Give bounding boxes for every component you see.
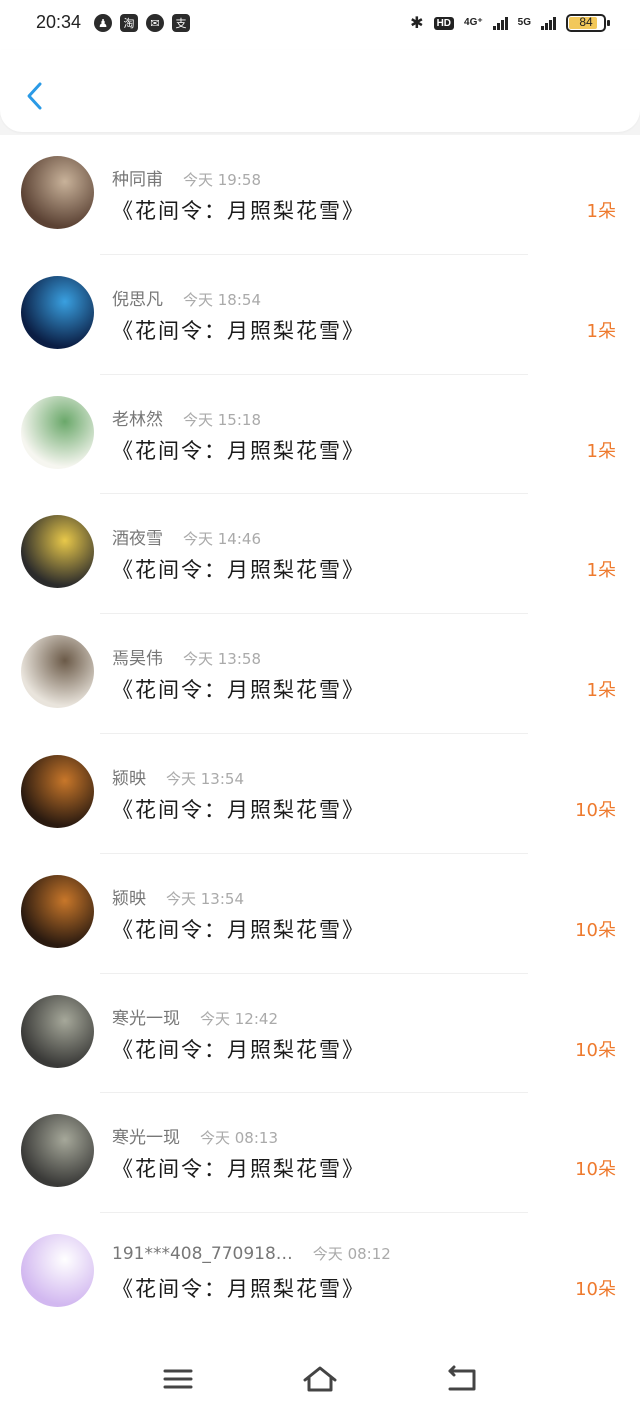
timestamp: 今天 19:58 <box>183 171 261 189</box>
gift-amount: 10朵 <box>575 1039 616 1061</box>
alipay-icon: 支 <box>172 14 190 32</box>
gift-amount: 10朵 <box>575 1279 616 1301</box>
book-title: 《花间令：月照梨花雪》 <box>112 1157 365 1182</box>
status-time: 20:34 <box>36 12 82 32</box>
avatar[interactable] <box>21 754 94 828</box>
book-title: 《花间令：月照梨花雪》 <box>112 1277 365 1302</box>
qq-icon: ♟ <box>94 14 112 32</box>
page-header <box>0 50 640 132</box>
user-name: 老林然 <box>112 409 163 430</box>
gift-amount: 1朵 <box>586 320 616 342</box>
wechat-icon: ✉ <box>146 14 164 32</box>
user-name: 颍映 <box>112 888 146 909</box>
timestamp: 今天 08:12 <box>312 1245 391 1264</box>
network-5g-label: 5G <box>517 17 531 28</box>
avatar[interactable] <box>21 994 94 1068</box>
list-item[interactable]: 寒光一现 今天 08:13 《花间令：月照梨花雪》 10朵 <box>0 1093 640 1214</box>
user-name: 寒光一现 <box>112 1008 180 1029</box>
bluetooth-icon: ✱ <box>410 15 424 32</box>
gift-amount: 10朵 <box>575 919 616 941</box>
avatar[interactable] <box>21 1234 94 1308</box>
list-item[interactable]: 老林然 今天 15:18 《花间令：月照梨花雪》 1朵 <box>0 374 640 495</box>
list-item[interactable]: 种同甫 今天 19:58 《花间令：月照梨花雪》 1朵 <box>0 135 640 255</box>
item-meta: 颍映 今天 13:54 <box>112 884 244 909</box>
user-name: 寒光一现 <box>112 1128 180 1149</box>
list-item[interactable]: 酒夜雪 今天 14:46 《花间令：月照梨花雪》 1朵 <box>0 494 640 615</box>
item-meta: 寒光一现 今天 12:42 <box>112 1004 278 1029</box>
book-title: 《花间令：月照梨花雪》 <box>112 678 365 703</box>
list-item[interactable]: 颍映 今天 13:54 《花间令：月照梨花雪》 10朵 <box>0 733 640 854</box>
status-bar: 20:34 ♟ 淘 ✉ 支 ✱ HD 4G⁺ 5G 84 <box>0 0 640 50</box>
book-title: 《花间令：月照梨花雪》 <box>112 917 365 942</box>
timestamp: 今天 13:58 <box>183 650 261 669</box>
user-name: 倪思凡 <box>112 289 163 310</box>
battery-level: 84 <box>579 15 593 29</box>
item-meta: 种同甫 今天 19:58 <box>112 165 261 190</box>
signal-4g-icon <box>492 16 508 30</box>
notification-icons: ♟ 淘 ✉ 支 <box>94 14 190 32</box>
gift-amount: 1朵 <box>586 560 616 582</box>
battery-tip <box>607 20 610 26</box>
list-item[interactable]: 191***408_770918… 今天 08:12 《花间令：月照梨花雪》 10朵 <box>0 1213 640 1333</box>
hd-voice-icon: HD <box>433 16 455 30</box>
list-item[interactable]: 倪思凡 今天 18:54 《花间令：月照梨花雪》 1朵 <box>0 254 640 375</box>
item-meta: 191***408_770918… 今天 08:12 <box>112 1243 391 1264</box>
item-meta: 颍映 今天 13:54 <box>112 764 244 789</box>
avatar[interactable] <box>21 156 94 229</box>
timestamp: 今天 13:54 <box>166 769 244 788</box>
list-item[interactable]: 焉昊伟 今天 13:58 《花间令：月照梨花雪》 1朵 <box>0 614 640 734</box>
gift-amount: 1朵 <box>586 201 616 222</box>
back-icon[interactable] <box>442 1363 482 1395</box>
avatar[interactable] <box>21 1114 94 1188</box>
menu-icon[interactable] <box>158 1363 198 1395</box>
user-name: 焉昊伟 <box>112 649 163 670</box>
user-name: 颍映 <box>112 768 146 789</box>
book-title: 《花间令：月照梨花雪》 <box>112 438 365 463</box>
avatar[interactable] <box>21 874 94 948</box>
system-status-icons: ✱ HD 4G⁺ 5G 84 <box>410 13 610 33</box>
book-title: 《花间令：月照梨花雪》 <box>112 1037 365 1062</box>
book-title: 《花间令：月照梨花雪》 <box>112 318 365 343</box>
gift-record-list: 种同甫 今天 19:58 《花间令：月照梨花雪》 1朵 倪思凡 今天 18:54 《花间令：… <box>0 135 640 1333</box>
gift-amount: 10朵 <box>575 1159 616 1181</box>
timestamp: 今天 12:42 <box>200 1009 278 1028</box>
gift-amount: 1朵 <box>586 440 616 462</box>
network-4g-label: 4G⁺ <box>464 17 483 28</box>
gift-amount: 10朵 <box>575 799 616 821</box>
item-meta: 酒夜雪 今天 14:46 <box>112 524 261 549</box>
avatar[interactable] <box>21 515 94 589</box>
list-item[interactable]: 寒光一现 今天 12:42 《花间令：月照梨花雪》 10朵 <box>0 973 640 1094</box>
timestamp: 今天 14:46 <box>183 530 261 549</box>
user-name: 酒夜雪 <box>112 529 163 550</box>
system-navigation-bar <box>0 1333 640 1423</box>
avatar[interactable] <box>21 635 94 709</box>
item-meta: 老林然 今天 15:18 <box>112 405 261 430</box>
timestamp: 今天 18:54 <box>183 290 261 309</box>
book-title: 《花间令：月照梨花雪》 <box>112 797 365 822</box>
user-name: 种同甫 <box>112 170 163 190</box>
user-name: 191***408_770918… <box>112 1244 293 1265</box>
gift-amount: 1朵 <box>586 680 616 702</box>
timestamp: 今天 13:54 <box>166 889 244 908</box>
avatar[interactable] <box>21 395 94 469</box>
battery-icon: 84 <box>566 14 610 32</box>
list-item[interactable]: 颍映 今天 13:54 《花间令：月照梨花雪》 10朵 <box>0 853 640 974</box>
item-meta: 焉昊伟 今天 13:58 <box>112 644 261 669</box>
timestamp: 今天 15:18 <box>183 410 261 429</box>
taobao-icon: 淘 <box>120 14 138 32</box>
book-title: 《花间令：月照梨花雪》 <box>112 199 365 223</box>
home-icon[interactable] <box>300 1363 340 1395</box>
item-meta: 寒光一现 今天 08:13 <box>112 1123 278 1148</box>
timestamp: 今天 08:13 <box>200 1129 278 1148</box>
back-arrow-icon[interactable] <box>20 76 50 116</box>
signal-5g-icon <box>541 16 556 30</box>
book-title: 《花间令：月照梨花雪》 <box>112 558 365 583</box>
item-meta: 倪思凡 今天 18:54 <box>112 285 261 310</box>
avatar[interactable] <box>21 275 94 349</box>
